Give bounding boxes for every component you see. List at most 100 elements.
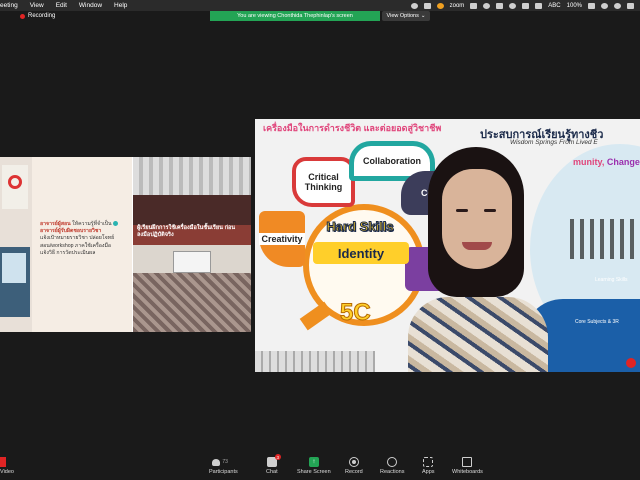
poster-column bbox=[0, 157, 32, 332]
projector-screen-2 bbox=[173, 251, 211, 273]
share-screen-label: Share Screen bbox=[297, 469, 331, 475]
share-banner-text: You are viewing Chonthida Thephinlap's s… bbox=[237, 13, 353, 19]
apps-icon bbox=[423, 457, 434, 467]
speaker-body bbox=[408, 297, 548, 372]
tray-icon[interactable] bbox=[410, 2, 418, 9]
recording-indicator[interactable]: Recording bbox=[20, 13, 55, 19]
share-screen-button[interactable]: ↑ Share Screen bbox=[297, 457, 331, 475]
menu-help[interactable]: Help bbox=[114, 2, 127, 9]
keyboard-layout[interactable]: ABC bbox=[548, 3, 560, 9]
lecture-hall-photo: ผู้เรียนฝึกการใช้เครื่องมือในชั้นเรียน ก… bbox=[133, 157, 251, 245]
smile-icon bbox=[387, 457, 398, 467]
apps-button[interactable]: Apps bbox=[422, 457, 435, 475]
whiteboards-label: Whiteboards bbox=[452, 469, 483, 475]
battery-percent[interactable]: 100% bbox=[567, 3, 582, 9]
record-dot-icon bbox=[20, 13, 25, 19]
participants-count: 73 bbox=[222, 459, 228, 465]
display-icon[interactable] bbox=[470, 2, 478, 9]
record-icon bbox=[348, 457, 359, 467]
chat-button[interactable]: 3 Chat bbox=[266, 454, 281, 475]
music-icon[interactable] bbox=[509, 2, 517, 9]
whiteboards-button[interactable]: Whiteboards bbox=[452, 457, 483, 475]
share-screen-icon: ↑ bbox=[308, 457, 319, 467]
screen-share-banner: You are viewing Chonthida Thephinlap's s… bbox=[210, 11, 380, 21]
presentation-photo bbox=[0, 247, 30, 317]
slide-text-line-1: ให้ความรู้ที่จำเป็น bbox=[70, 221, 112, 227]
slide-text-highlight-1: อาจารย์ผู้สอน bbox=[40, 221, 71, 227]
slide-text-line-3: แจ้งเป้าหมายรายวิชา ปล่อยโจทย์ bbox=[40, 235, 115, 242]
slide-en-subtitle: Wisdom Springs From Lived E bbox=[510, 139, 598, 146]
five-c-label: 5C bbox=[340, 299, 372, 327]
record-button[interactable]: Record bbox=[345, 457, 363, 475]
status-icons: zoom ABC 100% bbox=[410, 0, 634, 11]
menu-meeting[interactable]: eeting bbox=[0, 2, 18, 9]
slide-text-line-5: แจ้งวิธี การวัดประเมินผล bbox=[40, 249, 96, 256]
notification-icon[interactable] bbox=[436, 2, 444, 9]
people-silhouettes bbox=[570, 219, 640, 259]
mac-menu-bar: eeting View Edit Window Help zoom ABC 10… bbox=[0, 0, 640, 11]
photo-caption: ผู้เรียนฝึกการใช้เครื่องมือในชั้นเรียน ก… bbox=[137, 225, 236, 238]
wifi-icon[interactable] bbox=[601, 2, 608, 9]
creativity-label: Creativity bbox=[259, 233, 305, 245]
video-button[interactable]: Video bbox=[0, 457, 14, 475]
petal-critical-thinking: Critical Thinking bbox=[292, 157, 355, 207]
view-options-button[interactable]: View Options ⌄ bbox=[382, 11, 430, 21]
participants-button[interactable]: 73 Participants bbox=[209, 457, 238, 475]
battery-icon[interactable] bbox=[588, 2, 595, 9]
arc-text-a: munity, bbox=[573, 157, 607, 167]
menu-window[interactable]: Window bbox=[79, 2, 102, 9]
hard-skills-label: Hard Skills bbox=[326, 219, 394, 235]
core-subjects-label: Core Subjects & 3R bbox=[575, 319, 619, 325]
speaker-mouth bbox=[462, 242, 492, 250]
lock-icon[interactable] bbox=[496, 2, 504, 9]
reactions-label: Reactions bbox=[380, 469, 405, 475]
slide-text-line-4: สอน/workshop ภาคใช้เครื่องมือ bbox=[40, 242, 111, 249]
slide-text: อาจารย์ผู้สอน ให้ความรู้ที่จำเป็น อาจารย… bbox=[40, 221, 124, 257]
identity-label: Identity bbox=[313, 242, 409, 264]
slide-thai-title: เครื่องมือในการดำรงชีวิต และต่อยอดสู่วิช… bbox=[263, 123, 442, 133]
search-icon[interactable] bbox=[614, 2, 621, 9]
cloud-icon[interactable] bbox=[423, 2, 431, 9]
ceiling bbox=[133, 157, 251, 197]
zoom-app-label[interactable]: zoom bbox=[450, 3, 465, 9]
speaker-video-tile[interactable]: เครื่องมือในการดำรงชีวิต และต่อยอดสู่วิช… bbox=[255, 119, 640, 372]
building-art bbox=[255, 351, 375, 372]
learning-skills-label: Learning Skills bbox=[595, 277, 628, 283]
whiteboard-icon bbox=[462, 457, 473, 467]
target-poster bbox=[2, 165, 28, 209]
shared-slide-left: อาจารย์ผู้สอน ให้ความรู้ที่จำเป็น อาจารย… bbox=[0, 157, 251, 332]
slide-text-panel: อาจารย์ผู้สอน ให้ความรู้ที่จำเป็น อาจารย… bbox=[32, 157, 132, 332]
eye-icon[interactable] bbox=[483, 2, 491, 9]
battery-small-icon[interactable] bbox=[522, 2, 530, 9]
participants-icon-row: 73 bbox=[212, 457, 234, 467]
bullet-dot-icon bbox=[113, 221, 119, 227]
speaker-face bbox=[442, 169, 512, 269]
reactions-button[interactable]: Reactions bbox=[380, 457, 404, 475]
apps-label: Apps bbox=[422, 469, 435, 475]
video-icon bbox=[0, 457, 6, 467]
recording-label: Recording bbox=[28, 13, 56, 19]
chat-label: Chat bbox=[266, 469, 278, 475]
chat-icon: 3 bbox=[266, 454, 281, 467]
arc-text: munity, Change, A bbox=[573, 157, 640, 167]
user-icon[interactable] bbox=[535, 2, 543, 9]
participants-label: Participants bbox=[209, 469, 238, 475]
petal-creativity: Creativity bbox=[259, 211, 305, 267]
meeting-toolbar: Video 73 Participants 3 Chat ↑ Share Scr… bbox=[0, 454, 640, 480]
chevron-down-icon: ⌄ bbox=[420, 13, 426, 19]
crowd bbox=[133, 195, 251, 225]
menu-view[interactable]: View bbox=[30, 2, 44, 9]
participants-icon bbox=[212, 458, 221, 466]
arc-text-b: Change, A bbox=[606, 157, 640, 167]
control-center-icon[interactable] bbox=[627, 2, 634, 9]
projector-screen bbox=[2, 253, 26, 283]
speaker-person bbox=[408, 147, 548, 372]
slide-text-highlight-2: อาจารย์ผู้รับผิดชอบรายวิชา bbox=[40, 228, 102, 235]
target-icon bbox=[8, 175, 22, 189]
view-options-label: View Options bbox=[386, 13, 419, 19]
record-label: Record bbox=[345, 469, 363, 475]
students-floor bbox=[133, 273, 251, 332]
video-label: Video bbox=[0, 469, 14, 475]
speaker-eye-left bbox=[456, 209, 468, 212]
menu-edit[interactable]: Edit bbox=[56, 2, 67, 9]
